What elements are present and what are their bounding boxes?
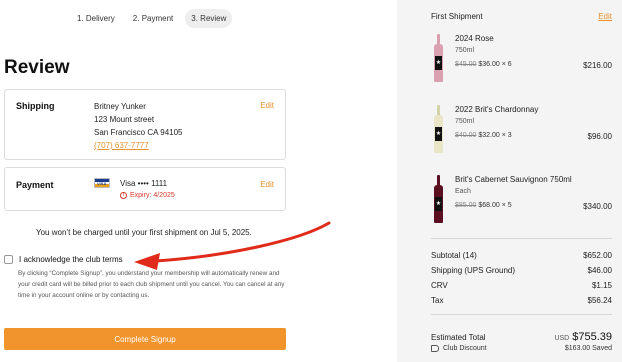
tax-row: Tax $56.24 (431, 296, 612, 305)
item-name: 2022 Brit's Chardonnay (455, 105, 539, 114)
item-name: 2024 Rose (455, 34, 494, 43)
shipping-cost-value: $46.00 (587, 266, 612, 275)
discount-label: Club Discount (443, 345, 487, 352)
step-payment[interactable]: 2. Payment (127, 9, 179, 28)
charge-note: You won’t be charged until your first sh… (36, 228, 252, 237)
card-expiry: ! Expiry: 4/2025 (120, 192, 175, 199)
line-item: ★ 2022 Brit's Chardonnay 750ml $40.00 $3… (431, 105, 612, 165)
warning-icon: ! (120, 192, 127, 199)
tag-icon (431, 345, 439, 352)
summary-divider (431, 314, 612, 315)
item-size: 750ml (455, 118, 475, 125)
recipient-name: Britney Yunker (94, 102, 146, 111)
item-price: $85.00 $68.00 × 5 (455, 202, 512, 209)
order-summary-panel: First Shipment Edit ★ 2024 Rose 750ml $4… (397, 0, 622, 362)
acknowledge-label[interactable]: I acknowledge the club terms (19, 255, 123, 264)
subtotal-row: Subtotal (14) $652.00 (431, 251, 612, 260)
crv-value: $1.15 (591, 281, 612, 290)
shipping-row: Shipping (UPS Ground) $46.00 (431, 266, 612, 275)
expiry-text: Expiry: 4/2025 (130, 192, 175, 199)
phone-link[interactable]: (707) 637-7777 (94, 139, 183, 152)
total-label: Estimated Total (431, 333, 486, 342)
tax-label: Tax (431, 296, 444, 305)
edit-shipping-button[interactable]: Edit (260, 101, 274, 110)
edit-payment-button[interactable]: Edit (260, 180, 274, 189)
shipping-cost-label: Shipping (UPS Ground) (431, 266, 516, 275)
total-row: Estimated Total USD $755.39 (431, 327, 612, 345)
wine-bottle-icon: ★ (434, 34, 443, 82)
card-number: Visa •••• 1111 (120, 179, 168, 188)
shipping-label: Shipping (16, 101, 55, 111)
summary-divider (431, 238, 612, 239)
street-line: 123 Mount street (94, 115, 155, 124)
acknowledge-help-text: By clicking “Complete Signup”, you under… (18, 270, 285, 299)
wine-bottle-icon: ★ (434, 105, 443, 153)
item-name: Brit's Cabernet Sauvignon 750ml (455, 175, 572, 184)
discount-value: $163.00 Saved (564, 345, 612, 352)
acknowledge-checkbox[interactable] (4, 255, 13, 264)
total-currency: USD (554, 335, 570, 342)
tax-value: $56.24 (587, 296, 612, 305)
crv-label: CRV (431, 281, 448, 290)
subtotal-value: $652.00 (583, 251, 612, 260)
item-line-total: $216.00 (583, 61, 612, 70)
subtotal-label: Subtotal (14) (431, 251, 477, 260)
step-delivery[interactable]: 1. Delivery (71, 9, 121, 28)
step-review[interactable]: 3. Review (185, 9, 233, 28)
shipping-card: Shipping Britney Yunker 123 Mount street… (4, 89, 286, 160)
total-value: $755.39 (572, 331, 612, 343)
edit-shipment-button[interactable]: Edit (598, 12, 612, 21)
card-brand-text: VISA (97, 181, 107, 186)
payment-card: Payment VISA Visa •••• 1111 ! Expiry: 4/… (4, 167, 286, 211)
complete-signup-button[interactable]: Complete Signup (4, 328, 286, 350)
wine-bottle-icon: ★ (434, 175, 443, 223)
line-item: ★ Brit's Cabernet Sauvignon 750ml Each $… (431, 175, 612, 235)
shipping-address: Britney Yunker 123 Mount street San Fran… (94, 100, 183, 152)
acknowledge-row: I acknowledge the club terms (4, 255, 123, 264)
discount-row: Club Discount $163.00 Saved (431, 345, 612, 352)
item-line-total: $96.00 (587, 132, 612, 141)
item-size: Each (455, 188, 471, 195)
payment-label: Payment (16, 180, 54, 190)
visa-card-icon: VISA (94, 178, 110, 188)
city-line: San Francisco CA 94105 (94, 128, 183, 137)
page-title: Review (4, 57, 70, 78)
item-price: $45.00 $36.00 × 6 (455, 61, 512, 68)
crv-row: CRV $1.15 (431, 281, 612, 290)
item-price: $40.00 $32.00 × 3 (455, 132, 512, 139)
checkout-steps: 1. Delivery 2. Payment 3. Review (71, 9, 233, 28)
item-line-total: $340.00 (583, 202, 612, 211)
line-item: ★ 2024 Rose 750ml $45.00 $36.00 × 6 $216… (431, 34, 612, 94)
summary-header: First Shipment (431, 12, 483, 21)
item-size: 750ml (455, 47, 475, 54)
